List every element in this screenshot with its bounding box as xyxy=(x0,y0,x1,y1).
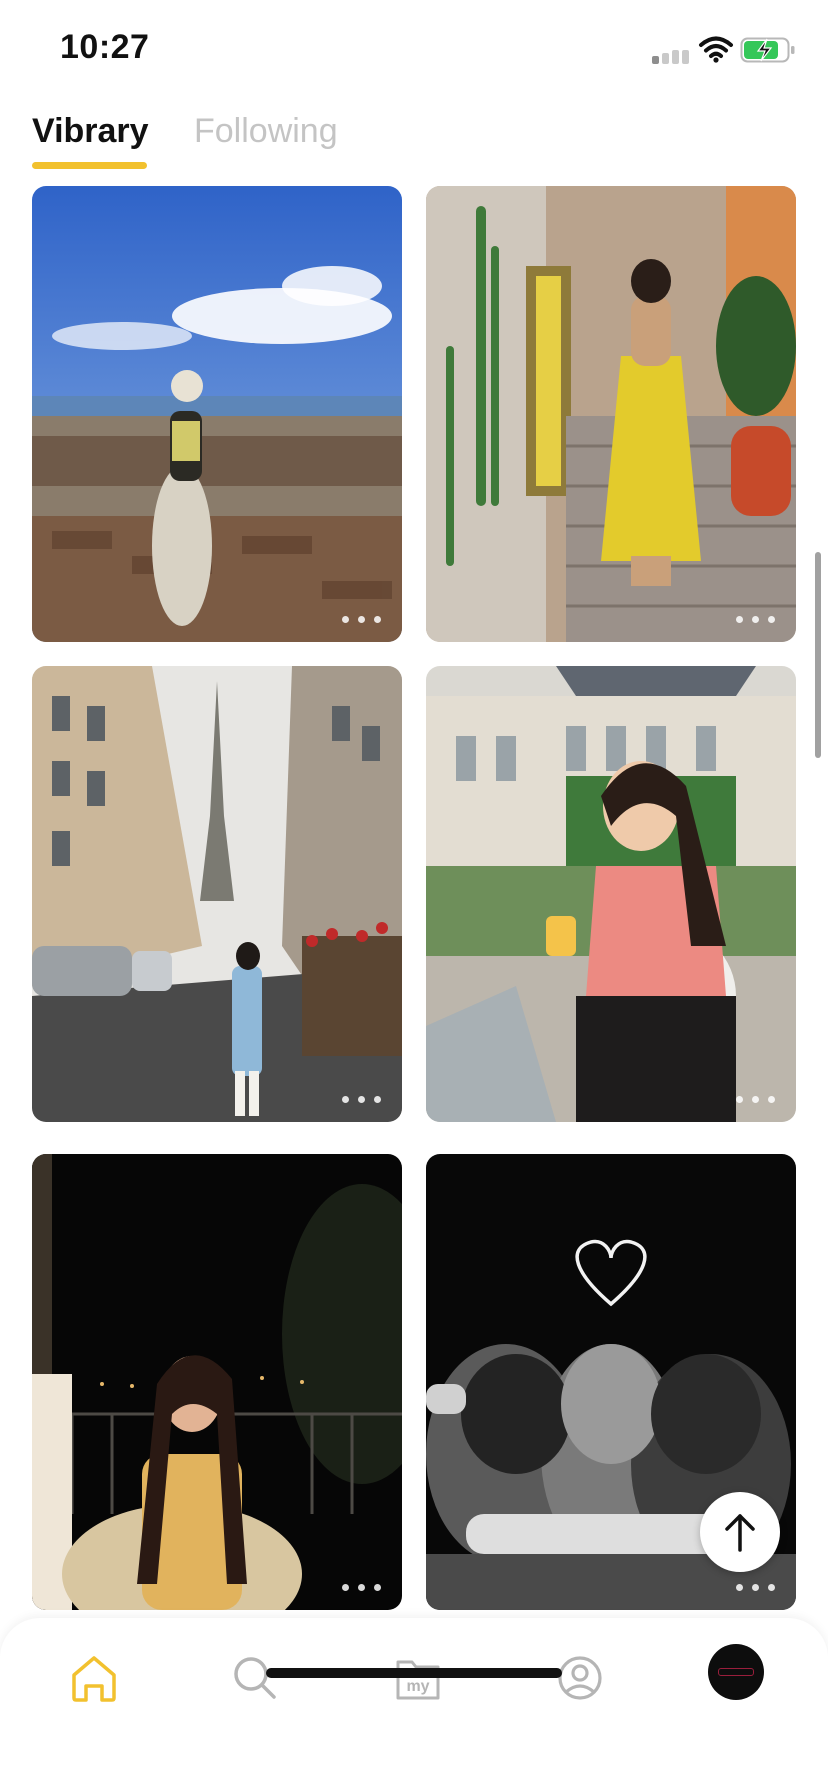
nav-my[interactable]: my xyxy=(388,1648,448,1708)
more-dots-icon[interactable] xyxy=(736,614,778,624)
more-dots-icon[interactable] xyxy=(342,1094,384,1104)
battery-charging-icon xyxy=(740,37,795,63)
wifi-icon xyxy=(699,36,733,63)
my-label: my xyxy=(406,1678,429,1695)
arrow-up-icon xyxy=(725,1514,755,1552)
avatar-icon[interactable] xyxy=(708,1644,764,1700)
post-card[interactable] xyxy=(32,666,402,1122)
nav-profile[interactable] xyxy=(550,1648,610,1708)
tab-following[interactable]: Following xyxy=(194,112,338,151)
avatar-logo xyxy=(718,1668,754,1676)
home-indicator xyxy=(266,1668,562,1678)
post-card[interactable] xyxy=(32,186,402,642)
more-dots-icon[interactable] xyxy=(736,1582,778,1592)
search-icon xyxy=(234,1657,276,1699)
feed-scrollbar[interactable] xyxy=(815,552,821,758)
my-folder-icon: my xyxy=(396,1660,440,1700)
nav-search[interactable] xyxy=(225,1648,285,1708)
post-photo xyxy=(426,666,796,1122)
more-dots-icon[interactable] xyxy=(342,614,384,624)
more-dots-icon[interactable] xyxy=(342,1582,384,1592)
tab-vibrary[interactable]: Vibrary xyxy=(32,112,149,151)
post-photo xyxy=(32,1154,402,1610)
post-card[interactable] xyxy=(426,666,796,1122)
post-card[interactable] xyxy=(32,1154,402,1610)
scroll-to-top-button[interactable] xyxy=(700,1492,780,1572)
bottom-nav: my xyxy=(0,1618,828,1792)
home-icon xyxy=(72,1656,116,1702)
post-photo xyxy=(32,666,402,1122)
post-photo xyxy=(426,186,796,642)
status-time: 10:27 xyxy=(60,28,150,66)
photo-feed[interactable] xyxy=(0,186,828,1618)
profile-icon xyxy=(558,1656,602,1700)
post-card[interactable] xyxy=(426,186,796,642)
cellular-signal-icon xyxy=(652,44,692,64)
post-photo xyxy=(32,186,402,642)
active-tab-indicator xyxy=(32,162,147,169)
status-bar: 10:27 xyxy=(0,0,828,100)
nav-home[interactable] xyxy=(64,1648,124,1708)
more-dots-icon[interactable] xyxy=(736,1094,778,1104)
